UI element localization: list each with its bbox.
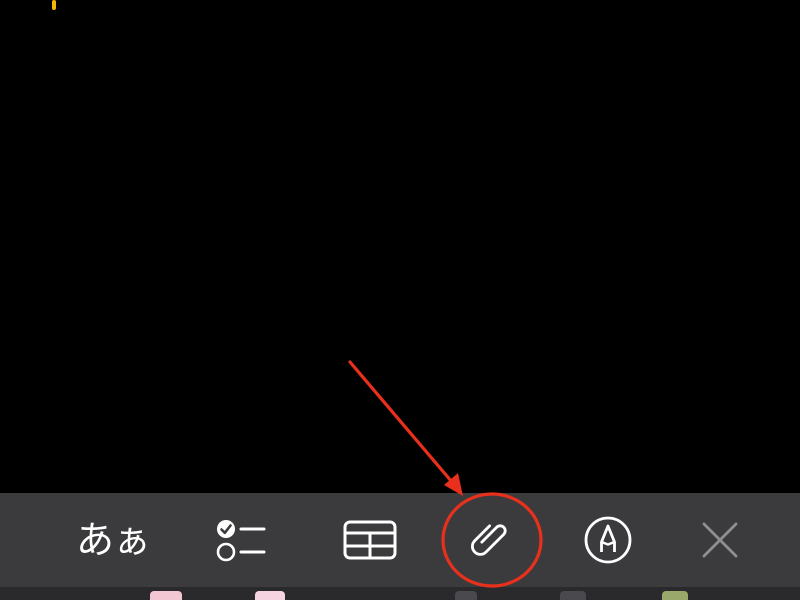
formatting-toolbar: あぁ [0,493,800,587]
attachment-button[interactable] [455,511,527,569]
close-icon [702,522,738,558]
emoji-glyph [560,591,586,600]
checklist-icon [216,520,266,562]
note-editor[interactable] [0,0,800,493]
text-format-button[interactable]: あぁ [72,511,154,569]
table-button[interactable] [334,511,406,569]
text-cursor [52,0,56,10]
close-toolbar-button[interactable] [688,511,752,569]
notes-screen: あぁ [0,0,800,600]
emoji-glyph [255,591,285,600]
emoji-glyph [150,591,182,600]
paperclip-icon [471,524,507,556]
checklist-button[interactable] [206,511,278,569]
markup-pen-icon [584,516,632,564]
keyboard-suggestion-strip [0,587,800,600]
markup-button[interactable] [572,511,644,569]
text-format-icon: あぁ [75,518,151,562]
table-icon [343,520,397,560]
emoji-glyph [662,591,688,600]
emoji-glyph [455,591,477,600]
